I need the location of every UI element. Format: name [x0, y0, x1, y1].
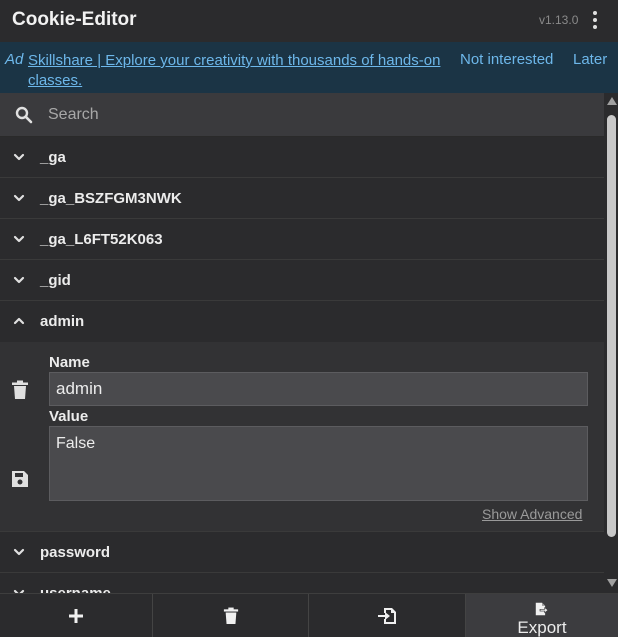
cookie-list: _ga _ga_BSZFGM3NWK _ga_L6FT52K063 _gid a… [0, 137, 604, 593]
cookie-name: _gid [40, 272, 71, 289]
search-icon [15, 106, 33, 124]
cookie-name: _ga [40, 149, 66, 166]
chevron-down-icon [13, 153, 25, 161]
scroll-up-arrow-icon[interactable] [607, 97, 617, 105]
trash-icon [223, 607, 238, 624]
import-button[interactable] [309, 594, 466, 637]
cookie-name: _ga_L6FT52K063 [40, 231, 163, 248]
search-input[interactable] [40, 99, 590, 131]
save-icon[interactable] [11, 470, 29, 488]
export-button[interactable]: Export [466, 594, 618, 637]
cookie-name: _ga_BSZFGM3NWK [40, 190, 182, 207]
ad-banner: Ad Skillshare | Explore your creativity … [0, 42, 618, 93]
plus-icon [69, 609, 83, 623]
ad-link[interactable]: Skillshare | Explore your creativity wit… [28, 51, 448, 91]
footer-toolbar: Export [0, 593, 618, 637]
chevron-down-icon [13, 194, 25, 202]
export-label: Export [517, 618, 567, 637]
scroll-down-arrow-icon[interactable] [607, 579, 617, 587]
add-cookie-button[interactable] [0, 594, 153, 637]
app-version: v1.13.0 [539, 13, 579, 27]
delete-all-button[interactable] [153, 594, 309, 637]
chevron-down-icon [13, 235, 25, 243]
cookie-row-password[interactable]: password [0, 532, 604, 573]
cookie-row-gid[interactable]: _gid [0, 260, 604, 301]
search-bar [0, 93, 604, 137]
ad-later-button[interactable]: Later [573, 51, 607, 68]
app-title: Cookie-Editor [12, 9, 137, 30]
show-advanced-link[interactable]: Show Advanced [482, 506, 582, 522]
cookie-row-admin[interactable]: admin [0, 301, 604, 342]
import-icon [378, 608, 396, 624]
cookie-row-ga-bszfgm3nwk[interactable]: _ga_BSZFGM3NWK [0, 178, 604, 219]
value-label: Value [49, 408, 89, 425]
chevron-down-icon [13, 548, 25, 556]
cookie-name: password [40, 544, 111, 561]
ad-tag: Ad [5, 51, 24, 68]
name-label: Name [49, 354, 90, 371]
kebab-menu-icon[interactable] [588, 9, 602, 31]
cookie-name: admin [40, 313, 85, 330]
scrollbar-thumb[interactable] [607, 115, 616, 537]
scrollbar[interactable] [604, 93, 618, 593]
cookie-row-username[interactable]: username [0, 573, 604, 593]
export-file-icon [535, 602, 549, 616]
cookie-name: username [40, 585, 111, 593]
ad-not-interested-button[interactable]: Not interested [460, 51, 553, 68]
app-header: Cookie-Editor v1.13.0 [0, 0, 618, 42]
cookie-detail-panel: Name Value False Show Advanced [0, 342, 604, 532]
value-field[interactable]: False [49, 426, 588, 501]
cookie-row-ga[interactable]: _ga [0, 137, 604, 178]
chevron-up-icon [13, 317, 25, 325]
chevron-down-icon [13, 276, 25, 284]
name-field[interactable] [49, 372, 588, 406]
trash-icon[interactable] [11, 380, 29, 400]
cookie-row-ga-l6ft52k063[interactable]: _ga_L6FT52K063 [0, 219, 604, 260]
